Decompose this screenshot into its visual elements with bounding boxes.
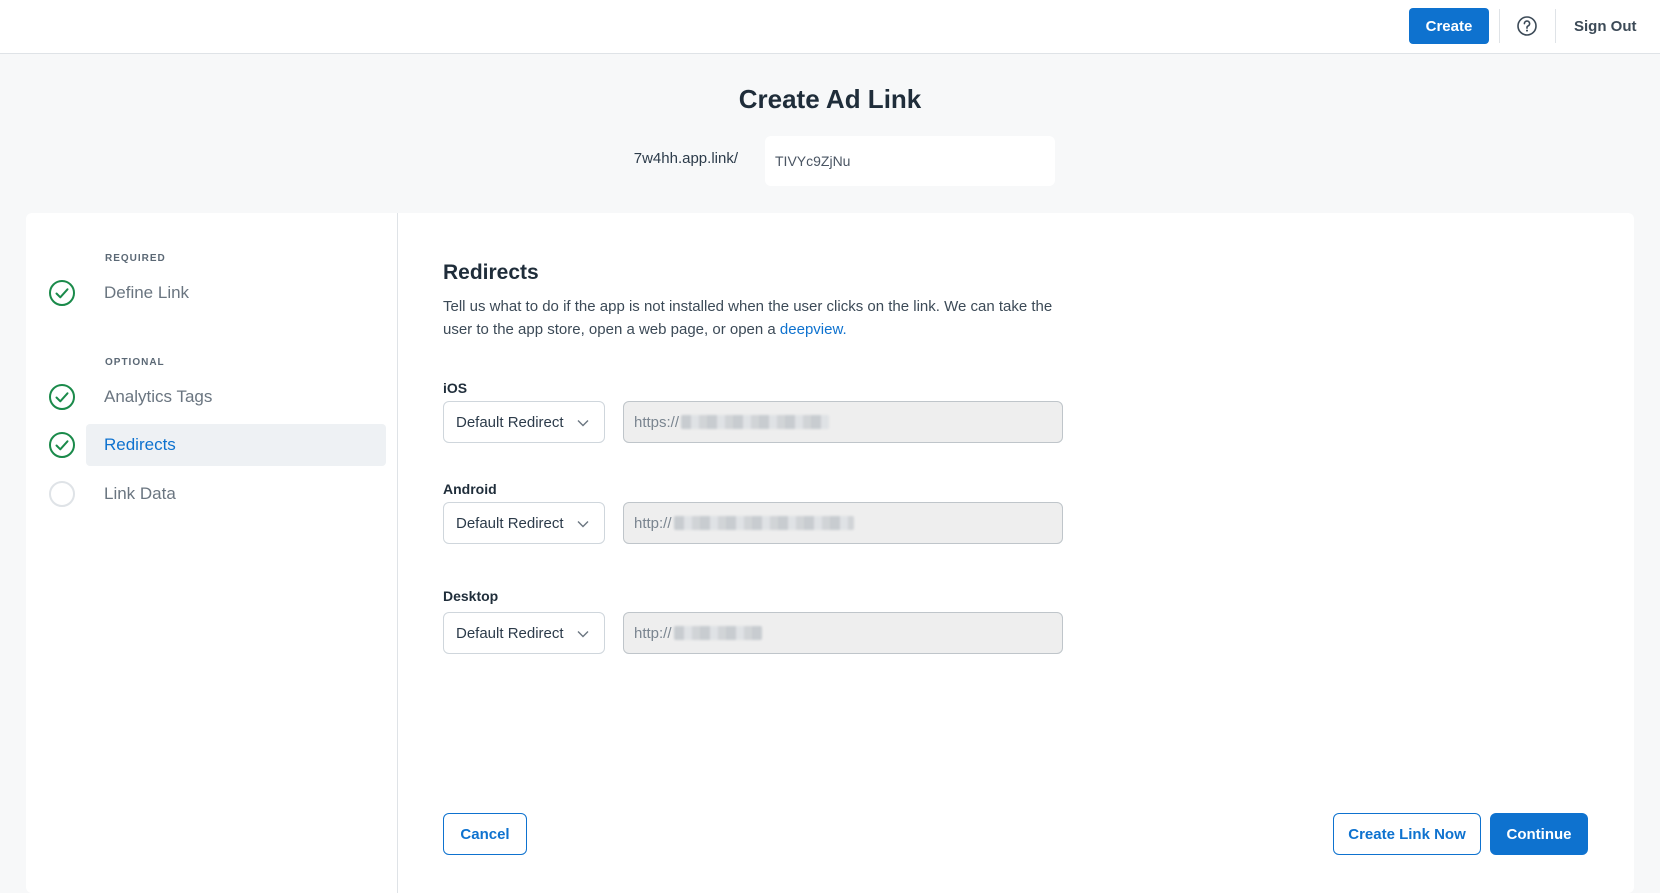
step-analytics-tags[interactable]: Analytics Tags bbox=[86, 376, 386, 418]
empty-circle-icon bbox=[48, 480, 76, 508]
main-card: REQUIRED Define Link OPTIONAL Analytics … bbox=[26, 213, 1634, 893]
url-prefix: http:// bbox=[634, 624, 672, 642]
url-prefix: http:// bbox=[634, 514, 672, 532]
redacted-url bbox=[673, 626, 762, 640]
redacted-url bbox=[673, 516, 854, 530]
create-link-now-button[interactable]: Create Link Now bbox=[1333, 813, 1481, 855]
chevron-down-icon bbox=[577, 631, 589, 638]
url-prefix: https:// bbox=[634, 413, 680, 431]
page-title: Create Ad Link bbox=[738, 84, 922, 114]
chevron-down-icon bbox=[577, 420, 589, 427]
sign-out-link[interactable]: Sign Out bbox=[1574, 15, 1637, 37]
android-url-input[interactable]: http:// bbox=[623, 502, 1063, 544]
chevron-down-icon bbox=[577, 521, 589, 528]
check-circle-icon bbox=[48, 383, 76, 411]
top-bar: Create Sign Out bbox=[0, 0, 1660, 54]
create-button[interactable]: Create bbox=[1409, 8, 1489, 44]
step-label: Link Data bbox=[104, 484, 176, 503]
select-value: Default Redirect bbox=[456, 413, 564, 431]
desktop-redirect-select[interactable]: Default Redirect bbox=[443, 612, 605, 654]
check-circle-icon bbox=[48, 431, 76, 459]
divider bbox=[1555, 9, 1556, 43]
cancel-button[interactable]: Cancel bbox=[443, 813, 527, 855]
optional-section-label: OPTIONAL bbox=[105, 357, 165, 368]
desktop-label: Desktop bbox=[443, 588, 499, 604]
desktop-url-input[interactable]: http:// bbox=[623, 612, 1063, 654]
link-domain: 7w4hh.app.link/ bbox=[633, 150, 738, 167]
deepview-link[interactable]: deepview. bbox=[780, 321, 847, 338]
question-circle-icon[interactable] bbox=[1516, 15, 1538, 37]
step-label: Analytics Tags bbox=[104, 387, 213, 406]
step-link-data[interactable]: Link Data bbox=[86, 473, 386, 515]
step-label: Define Link bbox=[104, 283, 190, 302]
step-redirects[interactable]: Redirects bbox=[86, 424, 386, 466]
ios-label: iOS bbox=[443, 380, 468, 396]
section-description: Tell us what to do if the app is not ins… bbox=[443, 295, 1063, 341]
section-title: Redirects bbox=[443, 261, 539, 284]
redacted-url bbox=[681, 415, 830, 429]
android-redirect-select[interactable]: Default Redirect bbox=[443, 502, 605, 544]
select-value: Default Redirect bbox=[456, 514, 564, 532]
ios-url-input[interactable]: https:// bbox=[623, 401, 1063, 443]
step-label: Redirects bbox=[104, 435, 176, 454]
continue-button[interactable]: Continue bbox=[1490, 813, 1588, 855]
android-label: Android bbox=[443, 481, 497, 497]
step-define-link[interactable]: Define Link bbox=[86, 272, 386, 314]
redirects-panel: Redirects Tell us what to do if the app … bbox=[443, 213, 1623, 893]
steps-sidebar: REQUIRED Define Link OPTIONAL Analytics … bbox=[26, 213, 398, 893]
link-alias-input[interactable] bbox=[765, 136, 1055, 186]
check-circle-icon bbox=[48, 279, 76, 307]
divider bbox=[1499, 9, 1500, 43]
select-value: Default Redirect bbox=[456, 624, 564, 642]
description-text: Tell us what to do if the app is not ins… bbox=[443, 298, 1053, 338]
ios-redirect-select[interactable]: Default Redirect bbox=[443, 401, 605, 443]
required-section-label: REQUIRED bbox=[105, 253, 166, 264]
